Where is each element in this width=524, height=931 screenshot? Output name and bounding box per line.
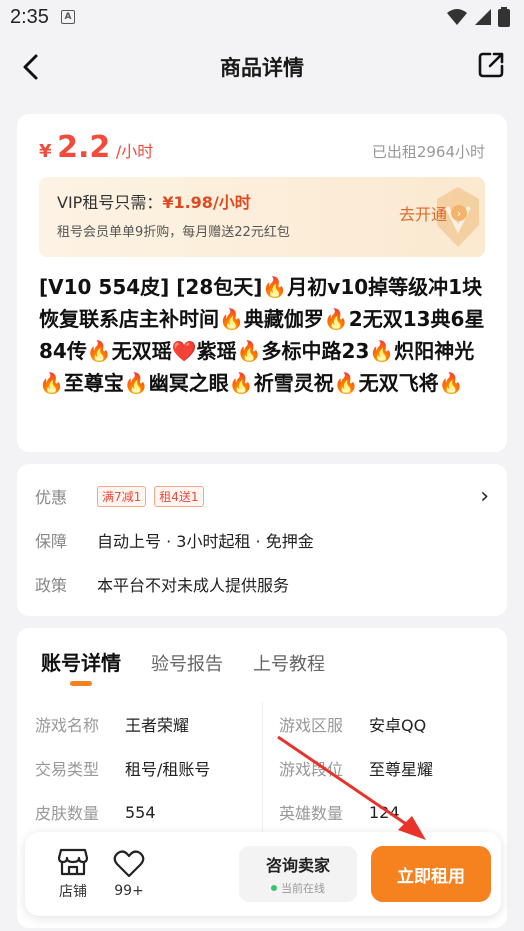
details-left-column: 游戏名称 王者荣耀 交易类型 租号/租账号 皮肤数量 554	[35, 702, 262, 834]
consult-seller-button[interactable]: 咨询卖家 当前在线	[239, 846, 357, 902]
online-status-text: 当前在线	[281, 882, 325, 895]
price-row: ¥ 2.2 /小时 已出租2964小时	[39, 130, 485, 165]
guarantee-value: 自动上号 · 3小时起租 · 免押金	[97, 532, 314, 551]
detail-value: 安卓QQ	[369, 716, 427, 735]
seller-online-status: 当前在线	[271, 880, 325, 896]
detail-row: 游戏区服 安卓QQ	[279, 702, 489, 746]
tab-login-tutorial[interactable]: 上号教程	[253, 650, 325, 694]
wifi-icon	[447, 9, 467, 25]
tab-account-details[interactable]: 账号详情	[41, 647, 121, 694]
detail-tabs: 账号详情 验号报告 上号教程	[35, 628, 489, 694]
status-time: 2:35	[10, 5, 49, 28]
policy-value: 本平台不对未成人提供服务	[97, 576, 290, 595]
guarantee-label: 保障	[35, 532, 68, 551]
detail-value: 554	[125, 802, 156, 822]
product-card: ¥ 2.2 /小时 已出租2964小时 VIP租号只需：¥1.98/小时 租号会…	[17, 114, 507, 452]
share-icon[interactable]	[476, 50, 506, 80]
price-symbol: ¥	[39, 141, 52, 162]
details-grid: 游戏名称 王者荣耀 交易类型 租号/租账号 皮肤数量 554 游戏区服 安卓QQ…	[35, 702, 489, 834]
chevron-right-icon: ›	[451, 205, 467, 221]
discount-row[interactable]: 优惠 满7减1 租4送1 ›	[35, 474, 489, 518]
tab-verification-report[interactable]: 验号报告	[151, 650, 223, 694]
detail-row: 交易类型 租号/租账号	[35, 746, 262, 790]
discount-label: 优惠	[35, 488, 68, 507]
detail-label: 皮肤数量	[35, 804, 100, 823]
vip-price: ¥1.98/小时	[162, 193, 251, 212]
vip-banner[interactable]: VIP租号只需：¥1.98/小时 租号会员单单9折购，每月赠送22元红包 去开通…	[39, 177, 485, 257]
store-icon	[57, 848, 89, 876]
product-title: [V10 554皮] [28包天]🔥月初v10掉等级冲1块恢复联系店主补时间🔥典…	[39, 275, 485, 395]
online-dot-icon	[271, 885, 277, 891]
detail-value: 王者荣耀	[125, 716, 190, 735]
page-header: 商品详情	[0, 34, 524, 100]
detail-row: 英雄数量 124	[279, 790, 489, 834]
status-bar: 2:35 A	[0, 0, 524, 34]
favorite-button[interactable]: 99+	[101, 849, 157, 899]
page-title: 商品详情	[220, 56, 304, 80]
price: ¥ 2.2 /小时	[39, 130, 153, 165]
favorite-count: 99+	[114, 883, 144, 899]
detail-row: 游戏名称 王者荣耀	[35, 702, 262, 746]
detail-label: 游戏区服	[279, 716, 344, 735]
detail-row: 游戏段位 至尊星耀	[279, 746, 489, 790]
battery-icon	[498, 7, 510, 27]
consult-label: 咨询卖家	[265, 856, 330, 875]
info-card: 优惠 满7减1 租4送1 › 保障 自动上号 · 3小时起租 · 免押金 政策 …	[17, 464, 507, 616]
vip-offer-prefix: VIP租号只需：	[57, 193, 163, 212]
detail-value: 至尊星耀	[369, 760, 434, 779]
notification-a-icon: A	[60, 10, 75, 24]
system-icons	[446, 7, 510, 27]
store-label: 店铺	[59, 884, 87, 900]
vip-open-label: 去开通	[398, 205, 447, 224]
detail-label: 游戏名称	[35, 716, 100, 735]
price-unit: /小时	[115, 142, 154, 161]
policy-label: 政策	[35, 576, 68, 595]
details-right-column: 游戏区服 安卓QQ 游戏段位 至尊星耀 英雄数量 124	[262, 702, 489, 834]
detail-value: 124	[369, 802, 400, 822]
chevron-right-icon[interactable]: ›	[480, 484, 489, 509]
vip-open-button[interactable]: 去开通 ›	[399, 201, 467, 225]
detail-row: 皮肤数量 554	[35, 790, 262, 834]
discount-tag: 满7减1	[97, 485, 147, 507]
store-button[interactable]: 店铺	[45, 847, 101, 901]
detail-label: 交易类型	[35, 760, 100, 779]
rent-now-button[interactable]: 立即租用	[371, 846, 491, 902]
detail-value: 租号/租账号	[125, 760, 211, 779]
detail-label: 游戏段位	[279, 760, 344, 779]
signal-icon	[475, 9, 491, 25]
back-arrow-icon[interactable]	[18, 52, 46, 82]
price-amount: 2.2	[57, 130, 111, 165]
detail-label: 英雄数量	[279, 804, 344, 823]
discount-tag: 租4送1	[154, 485, 204, 507]
heart-icon	[113, 850, 145, 878]
policy-row: 政策 本平台不对未成人提供服务	[35, 562, 489, 606]
bottom-action-bar: 店铺 99+ 咨询卖家 当前在线 立即租用	[25, 832, 501, 916]
guarantee-row: 保障 自动上号 · 3小时起租 · 免押金	[35, 518, 489, 562]
rented-hours: 已出租2964小时	[371, 143, 485, 161]
